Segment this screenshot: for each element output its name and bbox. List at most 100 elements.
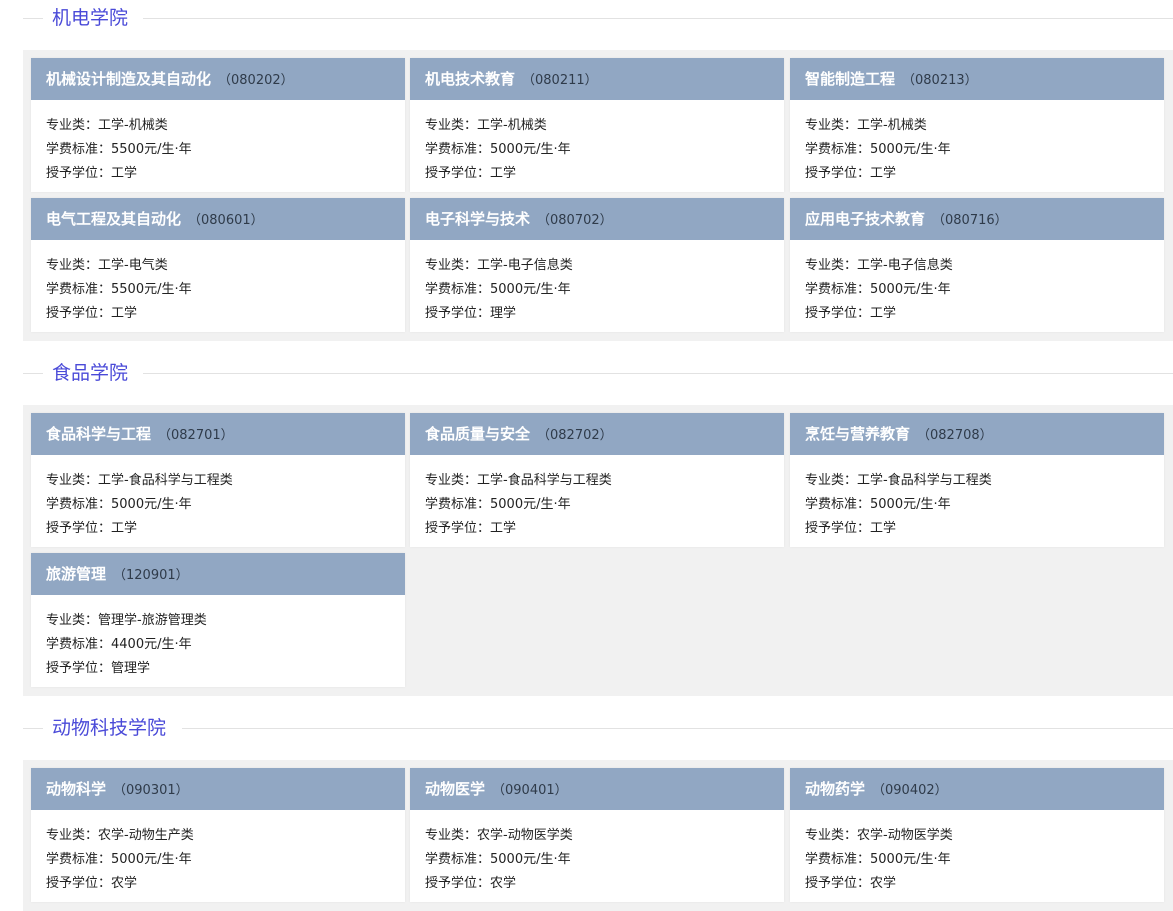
major-card-header[interactable]: 电气工程及其自动化 （080601） xyxy=(31,198,405,240)
major-card[interactable]: 旅游管理 （120901） 专业类：管理学-旅游管理类 学费标准：4400元/生·… xyxy=(31,553,405,687)
major-card[interactable]: 智能制造工程 （080213） 专业类：工学-机械类 学费标准：5000元/生·年… xyxy=(790,58,1164,192)
major-card[interactable]: 机械设计制造及其自动化 （080202） 专业类：工学-机械类 学费标准：5500… xyxy=(31,58,405,192)
major-card-header[interactable]: 电子科学与技术 （080702） xyxy=(410,198,784,240)
category-value: 农学-动物生产类 xyxy=(98,828,194,843)
major-card-body: 专业类：农学-动物医学类 学费标准：5000元/生·年 授予学位：农学 xyxy=(410,810,784,896)
degree-value: 农学 xyxy=(490,876,517,891)
major-card-body: 专业类：工学-电子信息类 学费标准：5000元/生·年 授予学位：理学 xyxy=(410,240,784,326)
degree-row: 授予学位：农学 xyxy=(805,872,1164,896)
tuition-label: 学费标准： xyxy=(46,142,112,157)
category-value: 工学-电气类 xyxy=(98,258,168,273)
category-value: 工学-机械类 xyxy=(477,118,547,133)
major-name[interactable]: 电气工程及其自动化 xyxy=(46,210,181,228)
major-category-row: 专业类：农学-动物医学类 xyxy=(425,824,784,848)
major-code: （082708） xyxy=(917,428,993,443)
major-card-header[interactable]: 应用电子技术教育 （080716） xyxy=(790,198,1164,240)
degree-value: 农学 xyxy=(870,876,897,891)
category-label: 专业类： xyxy=(425,473,478,488)
degree-value: 农学 xyxy=(111,876,138,891)
major-card-header[interactable]: 食品科学与工程 （082701） xyxy=(31,413,405,455)
major-card[interactable]: 烹饪与营养教育 （082708） 专业类：工学-食品科学与工程类 学费标准：500… xyxy=(790,413,1164,547)
tuition-label: 学费标准： xyxy=(805,852,871,867)
tuition-value: 5000元/生·年 xyxy=(490,852,571,867)
major-code: （082701） xyxy=(158,428,234,443)
tuition-row: 学费标准：5000元/生·年 xyxy=(425,278,784,302)
major-code: （080702） xyxy=(537,213,613,228)
major-card[interactable]: 动物医学 （090401） 专业类：农学-动物医学类 学费标准：5000元/生·年… xyxy=(410,768,784,902)
major-code: （120901） xyxy=(113,568,189,583)
major-card[interactable]: 动物科学 （090301） 专业类：农学-动物生产类 学费标准：5000元/生·年… xyxy=(31,768,405,902)
major-panel: 食品科学与工程 （082701） 专业类：工学-食品科学与工程类 学费标准：500… xyxy=(23,405,1173,696)
tuition-row: 学费标准：5000元/生·年 xyxy=(46,493,405,517)
degree-row: 授予学位：农学 xyxy=(425,872,784,896)
major-category-row: 专业类：农学-动物医学类 xyxy=(805,824,1164,848)
tuition-label: 学费标准： xyxy=(46,852,112,867)
tuition-row: 学费标准：5000元/生·年 xyxy=(425,493,784,517)
major-name[interactable]: 动物科学 xyxy=(46,780,106,798)
degree-label: 授予学位： xyxy=(46,306,112,321)
major-card[interactable]: 电气工程及其自动化 （080601） 专业类：工学-电气类 学费标准：5500元/… xyxy=(31,198,405,332)
major-name[interactable]: 电子科学与技术 xyxy=(425,210,530,228)
tuition-label: 学费标准： xyxy=(425,497,491,512)
degree-value: 理学 xyxy=(490,306,517,321)
major-name[interactable]: 应用电子技术教育 xyxy=(805,210,925,228)
major-name[interactable]: 智能制造工程 xyxy=(805,70,895,88)
major-card-header[interactable]: 动物医学 （090401） xyxy=(410,768,784,810)
divider-line xyxy=(23,373,43,374)
degree-label: 授予学位： xyxy=(805,306,871,321)
major-card[interactable]: 食品质量与安全 （082702） 专业类：工学-食品科学与工程类 学费标准：500… xyxy=(410,413,784,547)
degree-value: 工学 xyxy=(490,521,517,536)
major-category-row: 专业类：工学-食品科学与工程类 xyxy=(805,469,1164,493)
category-value: 工学-食品科学与工程类 xyxy=(857,473,992,488)
major-name[interactable]: 机械设计制造及其自动化 xyxy=(46,70,211,88)
major-code: （080716） xyxy=(932,213,1008,228)
divider-line xyxy=(182,728,1173,729)
major-card[interactable]: 电子科学与技术 （080702） 专业类：工学-电子信息类 学费标准：5000元/… xyxy=(410,198,784,332)
degree-value: 工学 xyxy=(111,521,138,536)
tuition-row: 学费标准：4400元/生·年 xyxy=(46,633,405,657)
tuition-value: 5000元/生·年 xyxy=(870,497,951,512)
major-card-header[interactable]: 动物药学 （090402） xyxy=(790,768,1164,810)
tuition-value: 4400元/生·年 xyxy=(111,637,192,652)
major-name[interactable]: 烹饪与营养教育 xyxy=(805,425,910,443)
major-card[interactable]: 机电技术教育 （080211） 专业类：工学-机械类 学费标准：5000元/生·年… xyxy=(410,58,784,192)
major-card-body: 专业类：工学-食品科学与工程类 学费标准：5000元/生·年 授予学位：工学 xyxy=(790,455,1164,541)
degree-value: 工学 xyxy=(490,166,517,181)
major-name[interactable]: 机电技术教育 xyxy=(425,70,515,88)
major-code: （080601） xyxy=(188,213,264,228)
major-code: （080202） xyxy=(218,73,294,88)
major-name[interactable]: 动物药学 xyxy=(805,780,865,798)
degree-value: 工学 xyxy=(870,306,897,321)
major-name[interactable]: 动物医学 xyxy=(425,780,485,798)
degree-label: 授予学位： xyxy=(805,521,871,536)
degree-row: 授予学位：理学 xyxy=(425,302,784,326)
major-card-header[interactable]: 旅游管理 （120901） xyxy=(31,553,405,595)
major-category-row: 专业类：工学-机械类 xyxy=(425,114,784,138)
major-name[interactable]: 食品质量与安全 xyxy=(425,425,530,443)
major-card[interactable]: 动物药学 （090402） 专业类：农学-动物医学类 学费标准：5000元/生·年… xyxy=(790,768,1164,902)
tuition-label: 学费标准： xyxy=(46,637,112,652)
tuition-value: 5500元/生·年 xyxy=(111,282,192,297)
major-card-header[interactable]: 烹饪与营养教育 （082708） xyxy=(790,413,1164,455)
major-panel: 动物科学 （090301） 专业类： 农学-动物生产类 学费标准： 5000元/生·年… xyxy=(23,760,1173,911)
category-label: 专业类： xyxy=(425,828,478,843)
major-name[interactable]: 旅游管理 xyxy=(46,565,106,583)
major-card-header[interactable]: 机电技术教育 （080211） xyxy=(410,58,784,100)
major-category-row: 专业类：工学-机械类 xyxy=(805,114,1164,138)
major-card-header[interactable]: 智能制造工程 （080213） xyxy=(790,58,1164,100)
major-card[interactable]: 应用电子技术教育 （080716） 专业类：工学-电子信息类 学费标准：5000元… xyxy=(790,198,1164,332)
major-card[interactable]: 食品科学与工程 （082701） 专业类：工学-食品科学与工程类 学费标准：500… xyxy=(31,413,405,547)
major-category-row: 专业类：管理学-旅游管理类 xyxy=(46,609,405,633)
category-value: 工学-电子信息类 xyxy=(477,258,573,273)
tuition-label: 学费标准： xyxy=(425,282,491,297)
degree-row: 授予学位：工学 xyxy=(425,517,784,541)
major-code: （090402） xyxy=(872,783,948,798)
divider-line xyxy=(143,373,1173,374)
major-card-header[interactable]: 机械设计制造及其自动化 （080202） xyxy=(31,58,405,100)
major-card-header[interactable]: 食品质量与安全 （082702） xyxy=(410,413,784,455)
major-card-header[interactable]: 动物科学 （090301） xyxy=(31,768,405,810)
tuition-label: 学费标准： xyxy=(805,142,871,157)
degree-label: 授予学位： xyxy=(46,661,112,676)
major-name[interactable]: 食品科学与工程 xyxy=(46,425,151,443)
tuition-label: 学费标准： xyxy=(805,282,871,297)
